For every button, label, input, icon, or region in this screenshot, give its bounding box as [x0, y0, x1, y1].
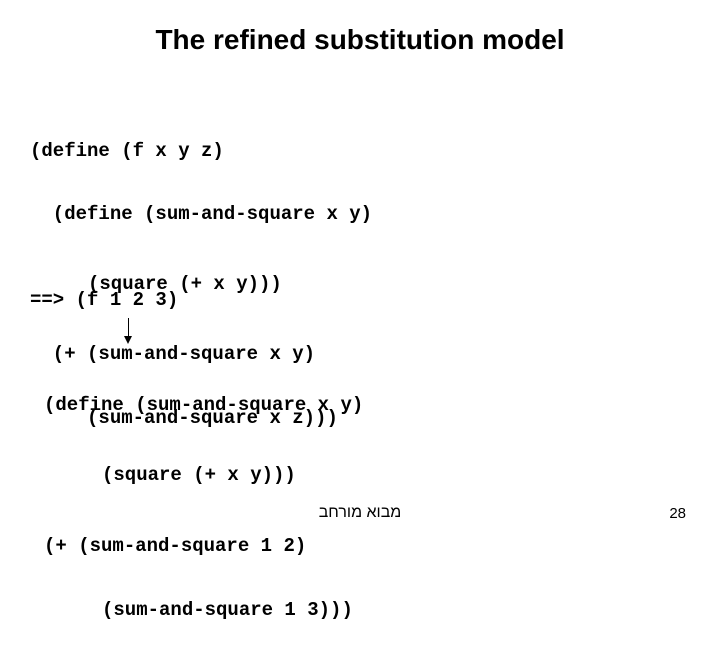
code-line: (sum-and-square 1 3)))	[102, 600, 363, 621]
code-line: (define (sum-and-square x y)	[44, 395, 363, 416]
slide-title: The refined substitution model	[0, 24, 720, 56]
code-line: (+ (sum-and-square 1 2)	[44, 536, 363, 557]
page-number: 28	[669, 505, 686, 522]
code-eval-line: ==> (f 1 2 3)	[30, 290, 178, 311]
code-line: (define (sum-and-square x y)	[30, 204, 372, 225]
down-arrow-icon	[128, 318, 129, 344]
code-line: (square (+ x y)))	[102, 465, 363, 486]
code-line: (define (f x y z)	[30, 141, 372, 162]
footer-text: מבוא מורחב	[0, 504, 720, 522]
slide: The refined substitution model (define (…	[0, 0, 720, 540]
